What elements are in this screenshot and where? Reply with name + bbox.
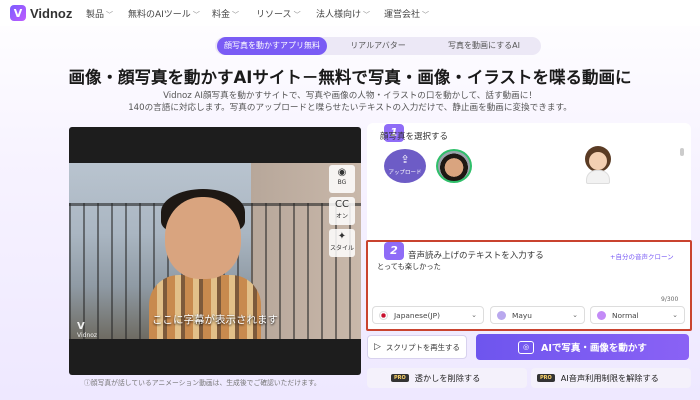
caption-toggle-button[interactable]: CC オン [329, 197, 355, 225]
nav-item-pricing[interactable]: 料金 ﹀ [212, 7, 239, 20]
bg-icon: ◉ [337, 167, 347, 178]
chevron-down-icon: ﹀ [192, 11, 200, 19]
preview-note: ⓘ顔写真が話しているアニメーション動画は、生成後でご確認いただけます。 [84, 379, 321, 387]
char-counter: 9/300 [661, 296, 679, 303]
animate-photo-button[interactable]: ◎ AIで写真・画像を動かす [476, 334, 689, 360]
tab-photo-to-video[interactable]: 写真を動画にするAI [429, 37, 539, 55]
voice-select[interactable]: Mayu ⌄ [490, 306, 585, 324]
nav-item-resources[interactable]: リソース ﹀ [256, 7, 301, 20]
pro-badge: PRO [537, 374, 555, 382]
voice-clone-link[interactable]: +自分の音声クローン [610, 251, 674, 261]
emotion-select[interactable]: Normal ⌄ [590, 306, 685, 324]
subtitle-preview: ここに字幕が表示されます [152, 314, 278, 326]
bg-toggle-button[interactable]: ◉ BG [329, 165, 355, 193]
nav-item-free-ai-tools[interactable]: 無料のAIツール ﹀ [128, 7, 200, 20]
vidnoz-logo-icon: V [10, 5, 26, 21]
logo[interactable]: V Vidnoz [10, 5, 72, 21]
remove-watermark-button[interactable]: PRO 透かしを削除する [367, 368, 527, 388]
page-description-line1: Vidnoz AI顔写真を動かすサイトで、写真や画像の人物・イラストの口を動かし… [163, 91, 537, 101]
upload-button[interactable]: ⇪ アップロード [384, 149, 426, 183]
preview-tools: ◉ BG CC オン ✦ スタイル [329, 165, 357, 257]
chevron-down-icon: ⌄ [672, 311, 678, 319]
play-icon: ▷ [374, 342, 381, 352]
unlimit-ai-voice-button[interactable]: PRO AI音声利用制限を解除する [531, 368, 691, 388]
chevron-down-icon: ⌄ [471, 311, 477, 319]
page-title: 画像・顔写真を動かすAIサイト－無料で写真・画像・イラストを喋る動画に [68, 68, 632, 87]
cc-icon: CC [335, 199, 349, 210]
page-description-line2: 140の言語に対応します。写真のアップロードと喋らせたいテキストの入力だけで、静… [128, 103, 572, 113]
nav-item-products[interactable]: 製品 ﹀ [86, 7, 113, 20]
tab-photo-animate[interactable]: 顔写真を動かすアプリ無料 [217, 37, 327, 55]
top-nav: V Vidnoz 製品 ﹀ 無料のAIツール ﹀ 料金 ﹀ リソース ﹀ 法人様向け ﹀ … [0, 0, 700, 26]
photo-list-scrollbar[interactable] [680, 148, 684, 156]
chevron-down-icon: ﹀ [106, 11, 114, 19]
photo-thumb-child-selected[interactable] [436, 149, 472, 183]
nav-item-company[interactable]: 運営会社 ﹀ [384, 7, 429, 20]
chevron-down-icon: ﹀ [363, 11, 371, 19]
logo-text: Vidnoz [30, 5, 73, 21]
ai-camera-icon: ◎ [518, 340, 535, 354]
nav-item-enterprise[interactable]: 法人様向け ﹀ [316, 7, 370, 20]
chevron-down-icon: ⌄ [572, 311, 578, 319]
voice-avatar-icon [497, 310, 506, 320]
chevron-down-icon: ﹀ [293, 11, 301, 19]
feature-tabs: 顔写真を動かすアプリ無料 リアルアバター 写真を動画にするAI [215, 37, 541, 55]
emotion-face-icon [597, 310, 606, 320]
play-script-button[interactable]: ▷ スクリプトを再生する [367, 335, 467, 359]
style-button[interactable]: ✦ スタイル [329, 229, 355, 257]
japan-flag-icon [379, 310, 388, 320]
video-preview: V Vidnoz ここに字幕が表示されます ◉ BG CC オン ✦ スタイル [69, 127, 361, 375]
step-1-label: 顔写真を選択する [380, 132, 449, 142]
step-2-badge: 2 [384, 242, 404, 260]
script-textarea[interactable] [377, 262, 677, 298]
language-select[interactable]: Japanese(JP) ⌄ [372, 306, 484, 324]
upload-icon: ⇪ [400, 153, 410, 166]
pro-badge: PRO [391, 374, 409, 382]
tab-real-avatar[interactable]: リアルアバター [333, 37, 423, 55]
photo-thumb-illustration[interactable] [582, 146, 614, 184]
chevron-down-icon: ﹀ [422, 11, 430, 19]
chevron-down-icon: ﹀ [232, 11, 240, 19]
step-2-label: 音声読み上げのテキストを入力する [408, 251, 544, 261]
style-icon: ✦ [337, 231, 347, 242]
